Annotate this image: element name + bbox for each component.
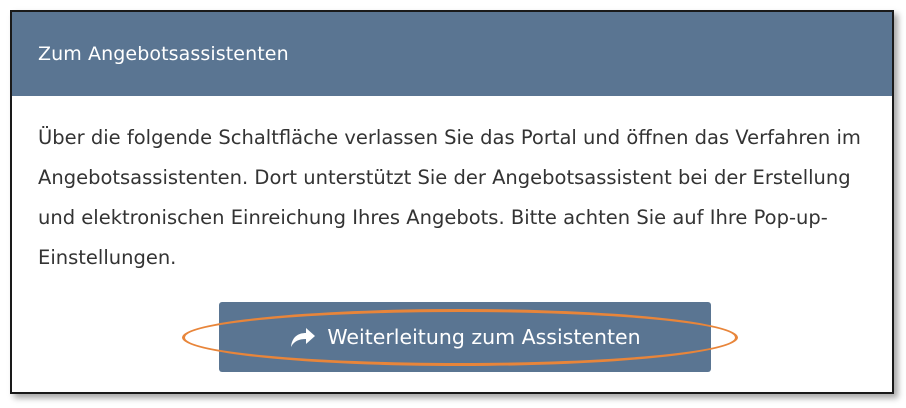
panel-title: Zum Angebotsassistenten — [38, 43, 289, 65]
redirect-to-assistant-button[interactable]: Weiterleitung zum Assistenten — [219, 302, 711, 372]
panel-body: Über die folgende Schaltfläche verlassen… — [12, 96, 892, 278]
assistant-panel: Zum Angebotsassistenten Über die folgend… — [10, 10, 894, 394]
action-area: Weiterleitung zum Assistenten — [12, 302, 892, 372]
redirect-button-label: Weiterleitung zum Assistenten — [327, 325, 641, 349]
share-icon — [289, 325, 317, 349]
panel-description: Über die folgende Schaltfläche verlassen… — [38, 126, 861, 269]
panel-header: Zum Angebotsassistenten — [12, 12, 892, 96]
